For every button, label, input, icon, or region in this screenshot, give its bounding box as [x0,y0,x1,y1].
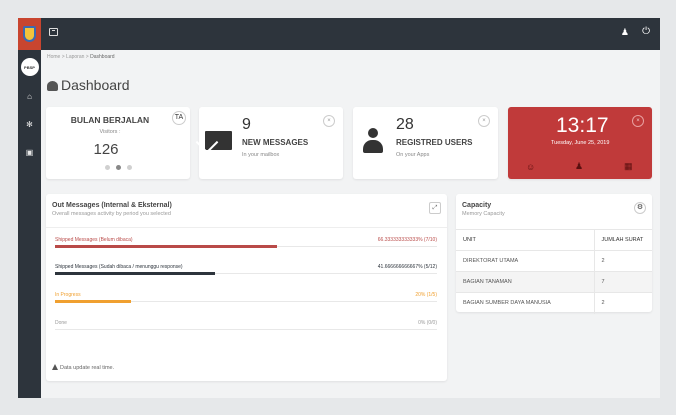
breadcrumb: Home > Laporan > Dashboard [47,54,115,60]
clock-card: 13:17 Tuesday, June 25, 2019 × ☺ ♟ ▦ [508,107,652,179]
breadcrumb-home[interactable]: Home [47,54,60,60]
users-sub: On your Apps [396,152,430,158]
breadcrumb-laporan[interactable]: Laporan [66,54,84,60]
visitors-count: 126 [93,141,119,158]
table-header-row: UNIT JUMLAH SURAT [456,229,652,251]
bell-icon[interactable]: ♟ [621,27,629,38]
progress-value: 20% (1/5) [415,292,437,298]
expand-icon[interactable]: ⤢ [429,202,441,214]
carousel-dot[interactable] [105,165,110,170]
table-row: BAGIAN TANAMAN 7 [456,271,652,293]
page-title-text: Dashboard [61,77,130,93]
clock-time: 13:17 [556,114,609,137]
user-icon [368,128,378,138]
progress-label: In Progress [55,292,81,298]
breadcrumb-current: Dashboard [90,54,115,60]
logo-shield-icon [23,26,36,42]
progress-track [55,300,437,303]
dashboard-frame: PBSP ⌂ ✻ ▣ ♟ ⏻ Home > Laporan > Dashboar… [18,18,660,398]
calendar-icon[interactable]: ▦ [624,161,633,172]
bell-icon[interactable]: ♟ [575,161,583,172]
registered-users-card[interactable]: 28 REGISTRED USERS On your Apps × [353,107,498,179]
app-logo[interactable] [18,18,41,50]
sidebar-toggle-icon[interactable] [49,28,58,36]
divider [46,227,447,228]
table-cell: 2 [594,292,652,314]
progress-value: 66.333333333333% (7/10) [377,237,437,243]
carousel-dot-active[interactable] [116,165,121,170]
gear-icon[interactable]: ⚙ [634,202,646,214]
progress-fill [55,272,216,275]
bulan-berjalan-card: BULAN BERJALAN Visitors : 126 TA [46,107,190,179]
app-badge[interactable]: PBSP [20,58,39,76]
progress-value: 41.666666666667% (5/12) [377,264,437,270]
table-cell: BAGIAN SUMBER DAYA MANUSIA [456,292,595,314]
users-label: REGISTRED USERS [396,138,473,147]
out-messages-title: Out Messages (Internal & Eksternal) [52,202,172,209]
breadcrumb-separator: > [85,54,89,60]
page-title: Dashboard [47,77,130,93]
progress-value: 0% (0/0) [418,320,437,326]
carousel-dots [102,165,135,172]
dashboard-icon [47,81,58,91]
progress-label: Done [55,320,67,326]
table-cell: BAGIAN TANAMAN [456,271,595,293]
power-icon[interactable]: ⏻ [642,26,650,37]
progress-track [55,245,437,248]
update-note-text: Data update real time. [60,365,115,371]
topbar: ♟ ⏻ [41,18,660,50]
progress-label: Shipped Messages (Sudah dibaca / menungg… [55,264,183,270]
progress-label: Shipped Messages (Belum dibaca) [55,237,133,243]
table-cell: 7 [594,271,652,293]
close-icon[interactable]: × [478,115,490,127]
table-cell: DIREKTORAT UTAMA [456,250,595,272]
sidebar: PBSP ⌂ ✻ ▣ [18,18,41,398]
progress-track [55,272,437,275]
document-icon[interactable]: ▣ [18,146,41,160]
out-messages-subtitle: Overall messages activity by period you … [52,211,171,217]
capacity-title: Capacity [462,202,492,209]
messages-label: NEW MESSAGES [242,138,309,147]
capacity-panel: Capacity Memory Capacity ⚙ UNIT JUMLAH S… [456,194,652,314]
settings-icon[interactable]: ✻ [18,118,41,132]
warning-icon [52,364,58,370]
clock-date: Tuesday, June 25, 2019 [551,140,610,146]
table-row: DIREKTORAT UTAMA 2 [456,250,652,272]
table-cell: 2 [594,250,652,272]
carousel-dot[interactable] [127,165,132,170]
progress-track [55,329,437,330]
close-icon[interactable]: × [323,115,335,127]
capacity-table: UNIT JUMLAH SURAT DIREKTORAT UTAMA 2 BAG… [456,229,652,314]
out-messages-panel: Out Messages (Internal & Eksternal) Over… [46,194,447,381]
column-header-unit: UNIT [456,229,595,251]
progress-fill [55,300,132,303]
capacity-subtitle: Memory Capacity [462,211,505,217]
bulan-card-title: BULAN BERJALAN [70,115,150,125]
table-row: BAGIAN SUMBER DAYA MANUSIA 2 [456,292,652,314]
update-note: Data update real time. [52,364,114,371]
new-messages-card[interactable]: 9 NEW MESSAGES In your mailbox × [199,107,343,179]
breadcrumb-separator: > [61,54,65,60]
users-count: 28 [396,116,414,133]
smiley-icon[interactable]: ☺ [526,162,535,172]
messages-sub: In your mailbox [242,152,280,158]
messages-count: 9 [242,116,251,133]
user-icon-body [363,140,383,153]
bulan-card-subtitle: Visitors : [99,129,121,135]
close-icon[interactable]: × [632,115,644,127]
progress-fill [55,245,277,248]
ta-badge[interactable]: TA [172,111,186,125]
column-header-jumlah: JUMLAH SURAT [594,229,652,251]
mail-icon [205,131,232,150]
home-icon[interactable]: ⌂ [18,90,41,104]
